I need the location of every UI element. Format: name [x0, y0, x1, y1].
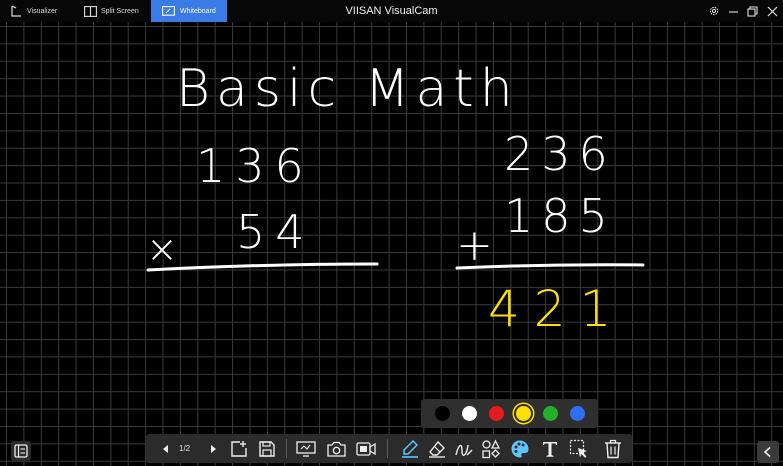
- bottom-toolbar: 1/2: [146, 434, 632, 463]
- color-swatch-blue[interactable]: [570, 406, 585, 421]
- whiteboard-icon: [162, 5, 175, 16]
- minimize-icon: [728, 10, 738, 13]
- color-swatch-yellow[interactable]: [516, 406, 531, 421]
- settings-button[interactable]: [707, 4, 721, 18]
- color-swatch-white[interactable]: [462, 406, 477, 421]
- select-button[interactable]: [568, 438, 590, 460]
- app-window: Visualizer Split Screen Whiteboard VIISA…: [0, 0, 783, 466]
- screen-capture-button[interactable]: [295, 438, 317, 460]
- tab-whiteboard[interactable]: Whiteboard: [151, 0, 227, 22]
- text-tool-button[interactable]: [539, 438, 561, 460]
- add-page-icon: [231, 441, 247, 457]
- eraser-button[interactable]: [426, 438, 448, 460]
- color-palette-icon: [511, 440, 529, 458]
- next-page-button[interactable]: [202, 438, 224, 460]
- text-tool-icon: [543, 442, 557, 457]
- split-screen-icon: [84, 5, 97, 17]
- settings-icon: [709, 6, 719, 16]
- video-record-button[interactable]: [355, 438, 377, 460]
- document-list-icon: [14, 444, 28, 458]
- camera-icon: [326, 441, 346, 457]
- page-indicator: 1/2: [179, 444, 191, 453]
- document-list-button[interactable]: [11, 441, 31, 461]
- add-page-button[interactable]: [228, 438, 250, 460]
- shapes-icon: [482, 439, 501, 459]
- delete-button[interactable]: [602, 438, 624, 460]
- tab-split-screen-label: Split Screen: [101, 7, 139, 15]
- delete-icon: [605, 439, 621, 459]
- pen-stroke-icon: [455, 444, 473, 456]
- shapes-button[interactable]: [480, 438, 502, 460]
- tab-whiteboard-label: Whiteboard: [180, 7, 216, 15]
- save-icon: [259, 441, 275, 457]
- eraser-icon: [429, 440, 445, 458]
- highlighter-button[interactable]: [399, 438, 421, 460]
- screen-capture-icon: [296, 441, 316, 457]
- toolbar-separator: [387, 439, 388, 458]
- color-swatch-red[interactable]: [489, 406, 504, 421]
- restore-icon: [746, 5, 758, 17]
- title-bar: Visualizer Split Screen Whiteboard VIISA…: [0, 0, 783, 22]
- collapse-toolbar-button[interactable]: [757, 441, 779, 463]
- video-record-icon: [356, 442, 376, 456]
- tab-visualizer-label: Visualizer: [27, 7, 58, 15]
- prev-page-button[interactable]: [155, 438, 177, 460]
- minimize-button[interactable]: [726, 4, 740, 18]
- color-palette: [421, 399, 598, 428]
- tab-visualizer[interactable]: Visualizer: [10, 0, 70, 22]
- pen-stroke-button[interactable]: [453, 438, 475, 460]
- close-icon: [767, 6, 777, 16]
- chevron-left-icon: [763, 446, 771, 458]
- prev-page-icon: [163, 445, 168, 453]
- restore-button[interactable]: [745, 4, 759, 18]
- toolbar-separator: [286, 439, 287, 458]
- color-swatch-green[interactable]: [543, 406, 558, 421]
- select-icon: [569, 439, 587, 458]
- next-page-icon: [211, 445, 216, 453]
- highlighter-icon: [402, 439, 419, 458]
- whiteboard-canvas[interactable]: [0, 22, 783, 466]
- save-button[interactable]: [256, 438, 278, 460]
- camera-button[interactable]: [325, 438, 347, 460]
- color-palette-button[interactable]: [509, 438, 531, 460]
- color-swatch-black[interactable]: [435, 406, 450, 421]
- visualizer-icon: [11, 5, 21, 17]
- tab-split-screen[interactable]: Split Screen: [84, 0, 150, 22]
- close-button[interactable]: [765, 4, 779, 18]
